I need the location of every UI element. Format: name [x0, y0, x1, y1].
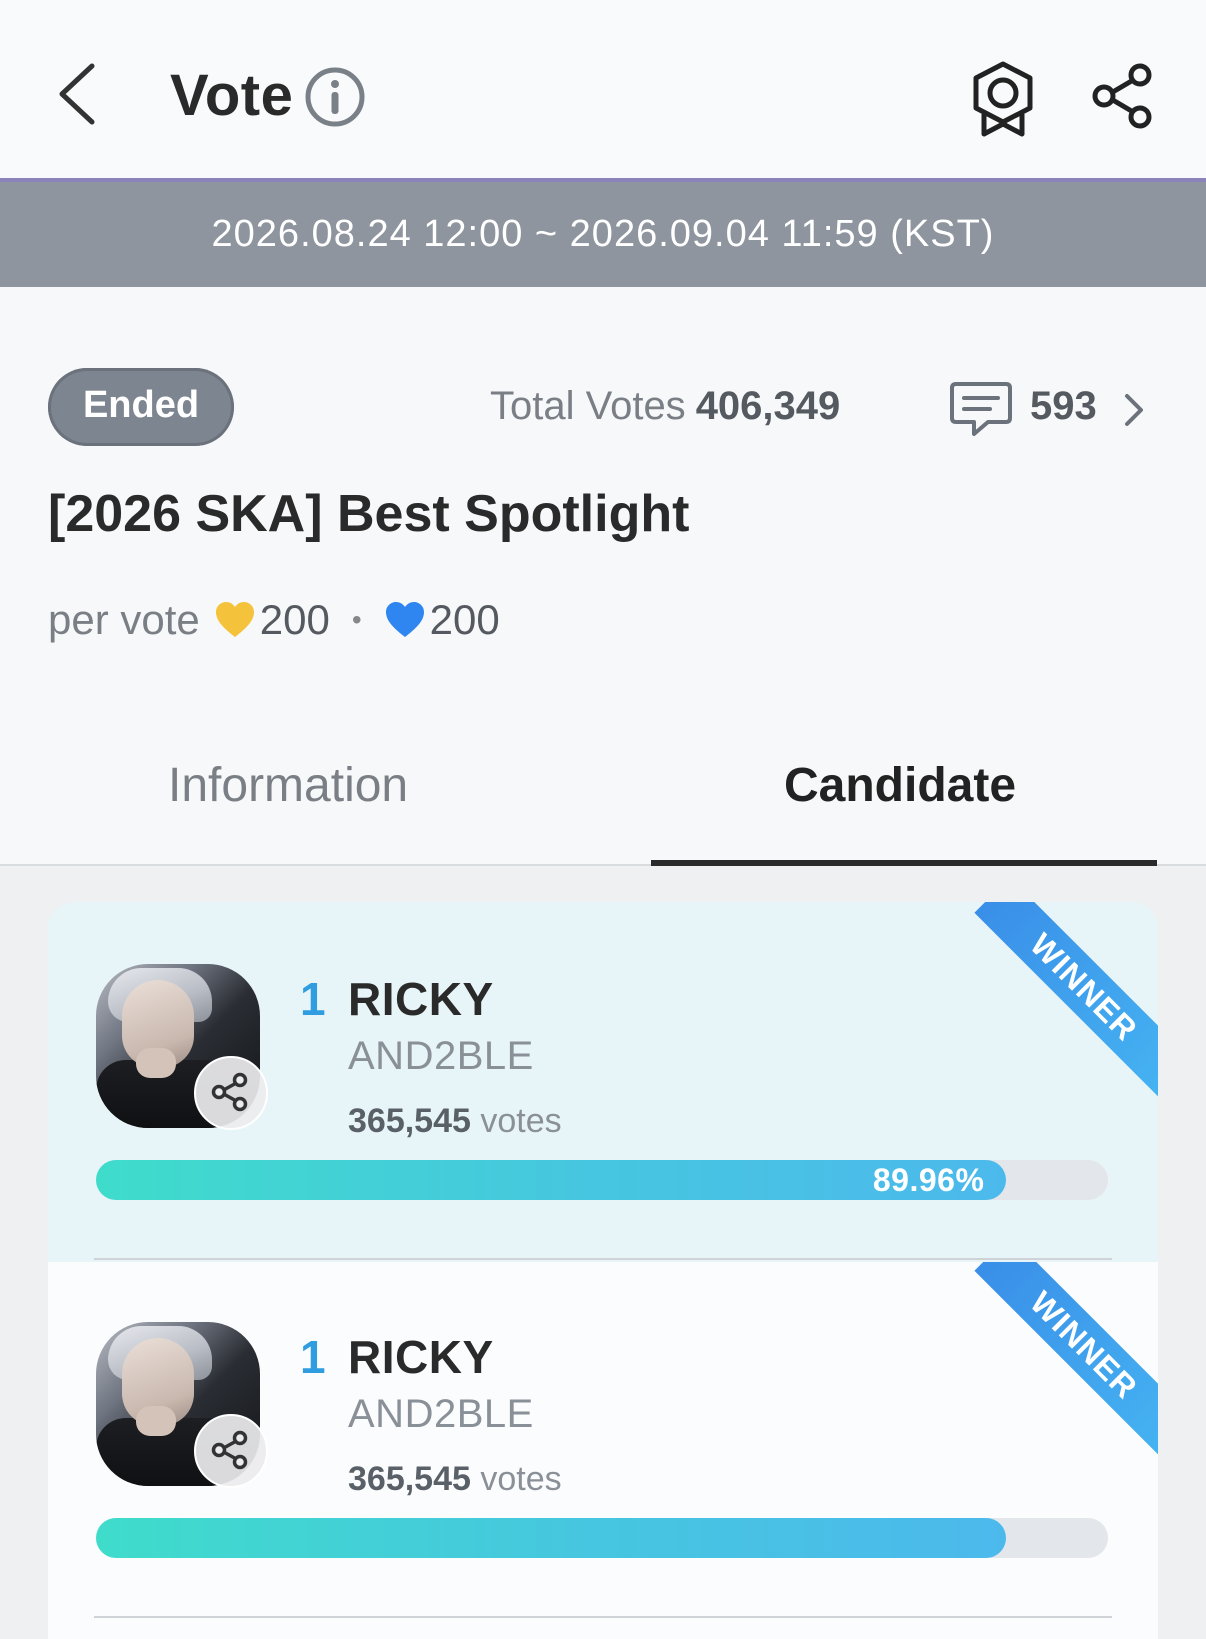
vote-progress-bar: 89.96% [96, 1160, 1108, 1200]
chevron-left-icon [59, 63, 95, 125]
winner-ribbon: WINNER [974, 902, 1158, 1097]
candidate-avatar-wrap [96, 1322, 268, 1488]
candidate-name: RICKY [348, 1331, 494, 1383]
chevron-right-icon[interactable] [1122, 390, 1146, 430]
gold-heart-icon [215, 602, 254, 637]
share-button[interactable] [1090, 62, 1156, 130]
candidate-votes: 365,545 votes [348, 1102, 562, 1141]
per-vote-cost: per vote 200 • 200 [48, 596, 500, 644]
candidate-card[interactable]: 1 RICKY AND2BLE 365,545 votes 89.96% WIN… [48, 902, 1158, 1262]
comment-count[interactable]: 593 [1030, 384, 1097, 429]
vote-percent: 89.96% [872, 1162, 985, 1198]
candidate-card[interactable]: 1 RICKY AND2BLE 365,545 votes WINNER [48, 1262, 1158, 1639]
vote-progress-fill [96, 1518, 1007, 1558]
share-icon [211, 1430, 248, 1470]
candidate-avatar-wrap [96, 964, 268, 1130]
total-votes: Total Votes 406,349 [490, 384, 840, 429]
blue-heart-icon [385, 602, 424, 637]
app-header: Vote [0, 0, 1206, 182]
back-button[interactable] [50, 58, 110, 130]
status-badge: Ended [48, 368, 234, 446]
candidate-votes: 365,545 votes [348, 1460, 562, 1499]
vote-period-banner: 2026.08.24 12:00 ~ 2026.09.04 11:59 (KST… [0, 182, 1206, 287]
tab-candidate[interactable]: Candidate [784, 758, 1016, 813]
share-icon [211, 1072, 248, 1112]
vote-progress-fill: 89.96% [96, 1160, 1007, 1200]
candidate-votes-unit: votes [480, 1102, 562, 1140]
candidate-share-button[interactable] [194, 1414, 268, 1488]
candidate-name: RICKY [348, 973, 494, 1025]
gold-heart-cost: 200 [259, 596, 330, 643]
blue-heart-cost: 200 [429, 596, 500, 643]
candidate-group: AND2BLE [348, 1034, 534, 1078]
candidate-votes-value: 365,545 [348, 1102, 471, 1140]
medal-icon [973, 61, 1033, 137]
candidate-rank: 1 [300, 973, 326, 1025]
share-icon [1092, 63, 1152, 129]
candidate-share-button[interactable] [194, 1056, 268, 1130]
comment-icon[interactable] [948, 378, 1014, 440]
total-votes-value: 406,349 [695, 384, 841, 428]
candidate-group: AND2BLE [348, 1392, 534, 1436]
medal-button[interactable] [968, 60, 1038, 138]
page-title: Vote [170, 63, 294, 128]
card-divider [94, 1258, 1112, 1260]
tab-information[interactable]: Information [168, 758, 408, 813]
total-votes-label: Total Votes [490, 384, 686, 428]
card-divider [94, 1616, 1112, 1618]
vote-progress-bar [96, 1518, 1108, 1558]
winner-ribbon: WINNER [974, 1262, 1158, 1455]
cost-separator: • [351, 604, 362, 635]
per-vote-label: per vote [48, 596, 200, 643]
candidate-votes-value: 365,545 [348, 1460, 471, 1498]
info-icon[interactable] [304, 66, 366, 128]
vote-title: [2026 SKA] Best Spotlight [48, 485, 690, 543]
candidate-votes-unit: votes [480, 1460, 562, 1498]
candidate-rank: 1 [300, 1331, 326, 1383]
